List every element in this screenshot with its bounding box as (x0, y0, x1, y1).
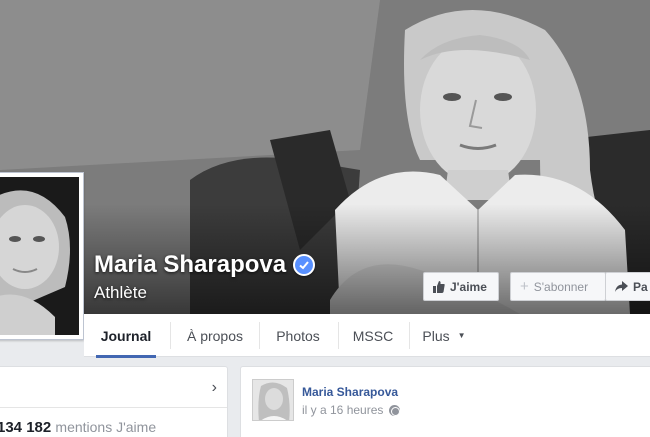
profile-tab-bar: Journal À propos Photos MSSC Plus ▼ (84, 314, 650, 358)
likes-summary[interactable]: 134 182 mentions J'aime (0, 419, 156, 436)
page: Maria Sharapova Athlète J'aime + S'abonn… (0, 0, 650, 437)
tab-label: Journal (100, 327, 152, 344)
profile-picture-image (0, 177, 79, 335)
tab-label: Photos (276, 327, 320, 344)
tab-divider (170, 322, 171, 349)
profile-name[interactable]: Maria Sharapova (94, 250, 286, 280)
share-button[interactable]: Pa (605, 272, 650, 301)
profile-category[interactable]: Athlète (94, 283, 315, 303)
post-author-avatar[interactable] (252, 379, 294, 421)
card-divider (0, 407, 227, 408)
post-card: Maria Sharapova il y a 16 heures (240, 366, 650, 437)
tab-mssc[interactable]: MSSC (348, 314, 398, 357)
caret-down-icon: ▼ (457, 331, 466, 340)
tab-divider (338, 322, 339, 349)
profile-header: Maria Sharapova Athlète (94, 250, 316, 303)
tab-divider (259, 322, 260, 349)
tab-divider (409, 322, 410, 349)
like-button-label: J'aime (450, 279, 487, 294)
verified-badge-icon[interactable] (293, 254, 316, 276)
tab-journal[interactable]: Journal (96, 314, 156, 358)
like-button[interactable]: J'aime (423, 272, 499, 301)
tab-label: Plus (422, 327, 450, 344)
follow-button-label: S'abonner (533, 279, 589, 294)
thumbs-up-icon (433, 280, 445, 293)
post-author-name[interactable]: Maria Sharapova (302, 385, 398, 399)
tab-plus[interactable]: Plus ▼ (419, 314, 469, 357)
post-time-text[interactable]: il y a 16 heures (302, 403, 383, 417)
likes-count: 134 182 (0, 419, 52, 436)
tab-label: À propos (186, 327, 244, 344)
about-card: › 134 182 mentions J'aime (0, 366, 228, 437)
tab-photos[interactable]: Photos (269, 314, 327, 357)
checkmark-icon (299, 261, 309, 270)
avatar-image (253, 380, 293, 420)
tab-a-propos[interactable]: À propos (180, 314, 250, 357)
likes-label: mentions J'aime (55, 419, 157, 435)
globe-icon[interactable] (389, 404, 401, 416)
post-timestamp: il y a 16 heures (302, 403, 401, 417)
profile-picture[interactable] (0, 172, 84, 340)
profile-name-row: Maria Sharapova (94, 250, 316, 280)
share-button-label: Pa (633, 279, 648, 294)
plus-icon: + (520, 278, 529, 295)
tab-label: MSSC (352, 327, 394, 344)
follow-button[interactable]: + S'abonner (510, 272, 606, 301)
chevron-right-icon[interactable]: › (212, 379, 217, 397)
share-arrow-icon (615, 281, 628, 292)
